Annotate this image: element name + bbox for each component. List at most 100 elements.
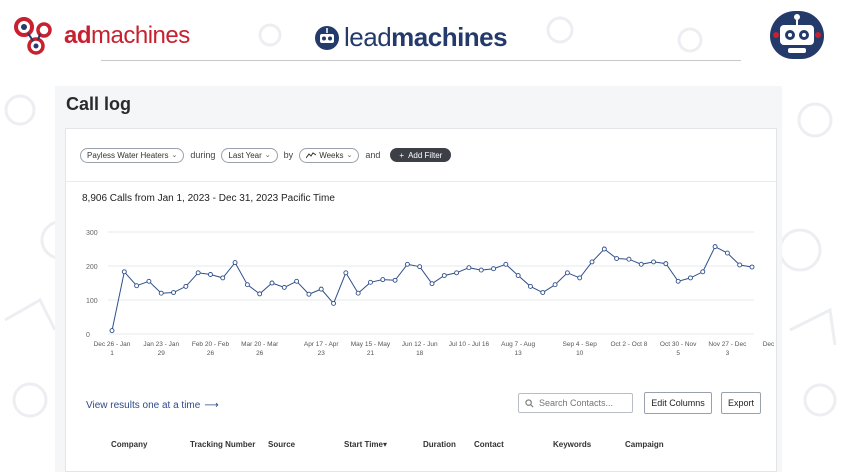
data-point (417, 264, 423, 270)
column-header-keywords[interactable]: Keywords (553, 440, 591, 449)
data-point (528, 283, 533, 289)
data-point (638, 261, 644, 267)
data-point (257, 291, 263, 297)
column-header-campaign[interactable]: Campaign (625, 440, 664, 449)
view-results-link[interactable]: View results one at a time ⟶ (86, 400, 219, 411)
data-point (749, 264, 755, 270)
data-point (232, 260, 238, 266)
data-point (737, 262, 743, 268)
data-point (109, 328, 115, 334)
by-label: by (283, 150, 294, 160)
granularity-select-label: Weeks (319, 150, 344, 160)
x-tick-label: 1 (110, 350, 114, 357)
data-point (675, 278, 681, 284)
data-point (589, 259, 595, 265)
x-tick-label: 13 (515, 350, 523, 357)
data-point (564, 270, 570, 276)
account-select-label: Payless Water Heaters (87, 150, 169, 160)
account-select[interactable]: Payless Water Heaters ⌄ (80, 147, 185, 163)
call-log-card: Payless Water Heaters ⌄ during Last Year… (65, 128, 777, 472)
data-point (195, 270, 201, 276)
chevron-down-icon: ⌄ (346, 152, 353, 159)
chevron-down-icon: ⌄ (264, 152, 271, 159)
data-point (540, 290, 546, 295)
column-header-tracking-number[interactable]: Tracking Number (190, 440, 255, 449)
x-tick-label: Jan 23 - Jan (143, 341, 179, 348)
granularity-select[interactable]: Weeks ⌄ (299, 147, 360, 163)
column-header-company[interactable]: Company (111, 440, 147, 449)
search-icon (525, 398, 534, 407)
edit-columns-button[interactable]: Edit Columns (644, 392, 712, 414)
x-tick-label: 26 (207, 350, 215, 357)
data-point (663, 261, 669, 267)
data-point (515, 273, 521, 278)
x-tick-label: Sep 4 - Sep (563, 341, 598, 348)
data-point (577, 275, 583, 281)
data-point (318, 286, 324, 292)
x-tick-label: Aug 7 - Aug (501, 341, 535, 348)
during-label: during (190, 150, 216, 160)
x-tick-label: Nov 27 - Dec (708, 341, 747, 348)
calls-summary: 8,906 Calls from Jan 1, 2023 - Dec 31, 2… (82, 193, 335, 204)
header-divider (101, 60, 741, 61)
calls-line-chart-svg: 0 100 200 300 Dec 26 - Jan 1 Jan 23 - Jan 29 Feb… (86, 230, 776, 357)
data-point (281, 284, 287, 290)
x-tick-label: May 15 - May (351, 341, 391, 348)
data-point (478, 267, 484, 273)
search-contacts-box (518, 393, 633, 413)
gear-cluster-icon (14, 17, 52, 55)
export-button[interactable]: Export (721, 392, 761, 414)
period-select[interactable]: Last Year ⌄ (221, 147, 278, 163)
x-tick-label: Mar 20 - Mar (241, 341, 279, 348)
x-tick-label: 23 (318, 350, 326, 357)
admachines-logo: admachines (12, 16, 190, 56)
data-point (244, 282, 250, 288)
data-point (355, 290, 361, 296)
data-point (294, 278, 300, 284)
x-tick-label: Feb 20 - Feb (192, 341, 230, 348)
leadmachines-logo: leadmachines (314, 22, 508, 53)
data-point (306, 291, 312, 297)
x-tick-label: Oct 30 - Nov (660, 341, 697, 348)
data-point (454, 270, 460, 276)
x-tick-label: Dec 25 ... (763, 341, 776, 348)
x-tick-label: 5 (676, 350, 680, 357)
data-point (614, 256, 620, 261)
data-point (380, 277, 386, 283)
data-point (404, 261, 410, 267)
x-tick-label: 29 (158, 350, 166, 357)
card-divider (66, 181, 776, 182)
x-tick-label: Dec 26 - Jan (94, 341, 131, 348)
data-point (121, 269, 127, 275)
arrow-right-icon: ⟶ (204, 400, 219, 411)
data-point (183, 283, 189, 289)
line-chart-icon (306, 151, 317, 158)
data-point (171, 290, 176, 295)
data-point (331, 300, 336, 306)
data-point (441, 273, 447, 278)
data-point (712, 244, 718, 250)
data-point (503, 261, 509, 267)
column-header-start-time[interactable]: Start Time▾ (344, 440, 387, 449)
data-point (134, 283, 140, 289)
column-header-duration[interactable]: Duration (423, 440, 456, 449)
x-tick-label: 21 (367, 350, 375, 357)
column-header-source[interactable]: Source (268, 440, 295, 449)
header: admachines leadmachines (0, 0, 843, 61)
search-contacts-input[interactable] (539, 398, 629, 408)
data-point (491, 266, 496, 272)
add-filter-button[interactable]: + Add Filter (390, 148, 452, 162)
calls-line-chart: 0 100 200 300 Dec 26 - Jan 1 Jan 23 - Jan 29 Feb… (86, 221, 776, 361)
x-tick-label: 18 (416, 350, 424, 357)
add-filter-label: Add Filter (408, 150, 443, 160)
data-point (220, 275, 226, 281)
column-header-contact[interactable]: Contact (474, 440, 504, 449)
x-tick-label: Apr 17 - Apr (304, 341, 340, 348)
data-point (724, 250, 730, 256)
admachines-wordmark: admachines (64, 22, 190, 49)
x-tick-label: Oct 2 - Oct 8 (611, 341, 648, 348)
data-point (626, 256, 632, 262)
period-select-label: Last Year (228, 150, 262, 160)
data-point (269, 280, 275, 286)
x-tick-label: 26 (256, 350, 264, 357)
